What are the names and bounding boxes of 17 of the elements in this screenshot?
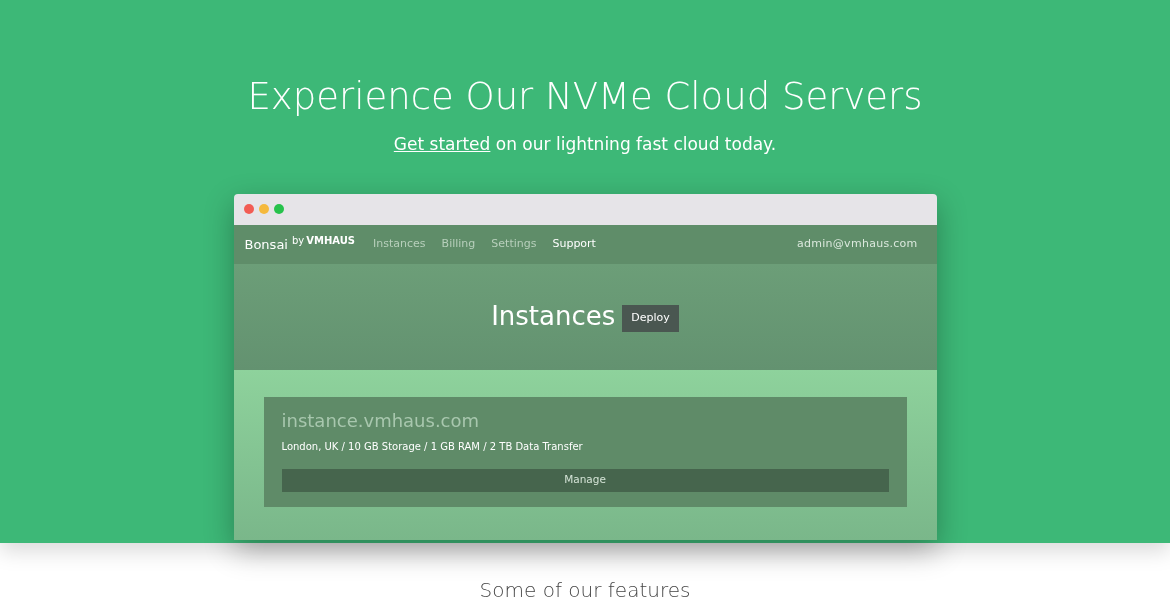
nav-link[interactable]: Billing (441, 235, 476, 253)
nav-link[interactable]: Instances (373, 235, 426, 253)
brand-by: by (291, 233, 305, 248)
brand-name: Bonsai (244, 236, 288, 255)
brand-logo: VMHAUS (306, 233, 356, 248)
nav-link[interactable]: Support (552, 235, 596, 253)
account-email[interactable]: admin@vmhaus.com (797, 235, 918, 253)
manage-button[interactable]: Manage (281, 468, 889, 492)
hero-subtitle: Get started on our lightning fast cloud today. (393, 133, 777, 156)
hero-title: Experience Our NVMe Cloud Servers (247, 74, 923, 120)
instance-hostname: instance.vmhaus.com (281, 408, 481, 433)
get-started-link[interactable]: Get started (393, 134, 491, 154)
nav-link[interactable]: Settings (491, 235, 537, 253)
features-heading: Some of our features (479, 579, 691, 600)
page-title: Instances (491, 300, 616, 333)
instance-details: London, UK / 10 GB Storage / 1 GB RAM / 2 TB Data Transfer (281, 439, 584, 454)
deploy-button[interactable]: Deploy (622, 305, 679, 332)
